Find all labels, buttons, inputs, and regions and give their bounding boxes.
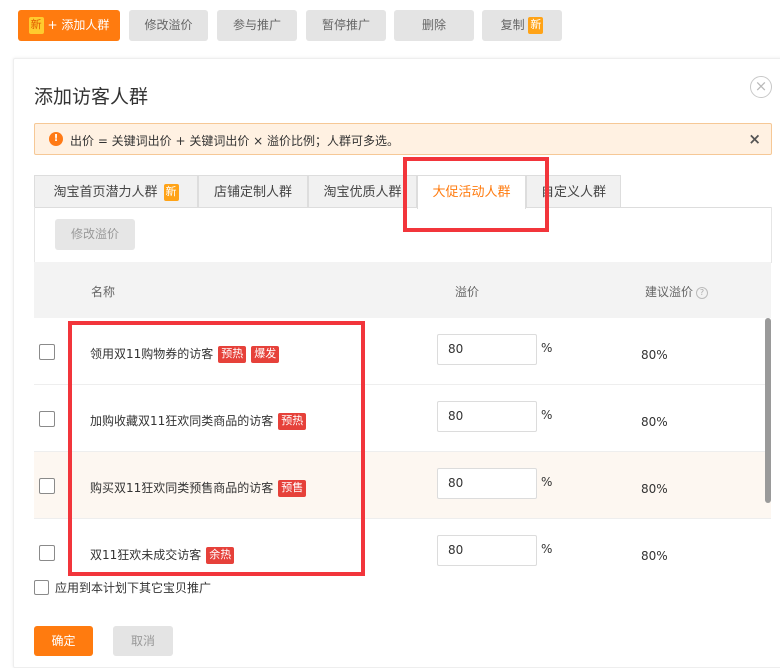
percent-unit: % xyxy=(541,542,553,556)
add-audience-label: + 添加人群 xyxy=(47,18,110,32)
percent-unit: % xyxy=(541,408,553,422)
col-suggested-header: 建议溢价? xyxy=(645,283,709,300)
row-name-text: 购买双11狂欢同类预售商品的访客 xyxy=(90,481,274,495)
premium-input[interactable]: 80 xyxy=(437,535,537,566)
join-promo-button[interactable]: 参与推广 xyxy=(217,10,297,41)
alert-text: 出价 = 关键词出价 + 关键词出价 × 溢价比例；人群可多选。 xyxy=(70,134,400,148)
tab-panel xyxy=(34,207,772,263)
add-audience-button[interactable]: 新 + 添加人群 xyxy=(18,10,120,41)
new-badge: 新 xyxy=(163,184,179,201)
edit-bid-toolbar-button[interactable]: 修改溢价 xyxy=(129,10,208,41)
suggested-premium: 80% xyxy=(641,482,668,496)
col-premium-header: 溢价 xyxy=(455,285,480,299)
copy-button[interactable]: 复制 新 xyxy=(482,10,562,41)
tag-badge: 爆发 xyxy=(251,346,280,363)
tab-label: 淘宝首页潜力人群 xyxy=(53,185,158,200)
table-scrollbar[interactable] xyxy=(765,318,771,503)
row-checkbox[interactable] xyxy=(39,411,55,427)
table-row: 购买双11狂欢同类预售商品的访客 预售 80 % 80% xyxy=(34,452,771,519)
warning-icon: ! xyxy=(49,132,63,146)
new-badge: 新 xyxy=(28,17,44,34)
table-row: 领用双11购物券的访客 预热 爆发 80 % 80% xyxy=(34,318,771,385)
row-name: 双11狂欢未成交访客 余热 xyxy=(90,546,235,564)
row-name: 领用双11购物券的访客 预热 爆发 xyxy=(90,345,280,363)
copy-label: 复制 xyxy=(500,18,525,32)
row-checkbox[interactable] xyxy=(39,344,55,360)
col-name-header: 名称 xyxy=(91,285,116,299)
premium-input[interactable]: 80 xyxy=(437,401,537,432)
suggested-premium: 80% xyxy=(641,415,668,429)
table-row: 双11狂欢未成交访客 余热 80 % 80% xyxy=(34,519,771,569)
tag-badge: 预热 xyxy=(218,346,247,363)
row-name: 购买双11狂欢同类预售商品的访客 预售 xyxy=(90,479,307,497)
alert-close-icon[interactable]: × xyxy=(748,130,761,148)
tag-badge: 余热 xyxy=(206,547,235,564)
tab-promo-event[interactable]: 大促活动人群 xyxy=(417,175,526,209)
pause-promo-button[interactable]: 暂停推广 xyxy=(306,10,386,41)
table-row: 加购收藏双11狂欢同类商品的访客 预热 80 % 80% xyxy=(34,385,771,452)
suggested-premium: 80% xyxy=(641,348,668,362)
row-name-text: 领用双11购物券的访客 xyxy=(90,347,214,361)
tag-badge: 预热 xyxy=(278,413,307,430)
dialog-title: 添加访客人群 xyxy=(34,86,149,108)
new-badge: 新 xyxy=(528,17,544,34)
apply-to-plan-label: 应用到本计划下其它宝贝推广 xyxy=(55,581,212,595)
cancel-button[interactable]: 取消 xyxy=(113,626,173,656)
edit-bid-button[interactable]: 修改溢价 xyxy=(55,219,135,250)
row-checkbox[interactable] xyxy=(39,545,55,561)
help-icon[interactable]: ? xyxy=(696,286,709,299)
percent-unit: % xyxy=(541,341,553,355)
premium-input[interactable]: 80 xyxy=(437,334,537,365)
row-name: 加购收藏双11狂欢同类商品的访客 预热 xyxy=(90,412,307,430)
percent-unit: % xyxy=(541,475,553,489)
tab-store-custom[interactable]: 店铺定制人群 xyxy=(198,175,308,208)
row-checkbox[interactable] xyxy=(39,478,55,494)
col-suggested-label: 建议溢价 xyxy=(645,285,694,299)
confirm-button[interactable]: 确定 xyxy=(34,626,93,656)
info-alert: ! 出价 = 关键词出价 + 关键词出价 × 溢价比例；人群可多选。 × xyxy=(34,123,772,155)
close-icon[interactable]: × xyxy=(750,76,772,98)
suggested-premium: 80% xyxy=(641,549,668,563)
premium-input[interactable]: 80 xyxy=(437,468,537,499)
row-name-text: 双11狂欢未成交访客 xyxy=(90,548,202,562)
apply-to-plan-checkbox[interactable] xyxy=(34,580,49,595)
tag-badge: 预售 xyxy=(278,480,307,497)
tab-quality-audience[interactable]: 淘宝优质人群 xyxy=(308,175,417,208)
row-name-text: 加购收藏双11狂欢同类商品的访客 xyxy=(90,414,274,428)
tab-homepage-potential[interactable]: 淘宝首页潜力人群新 xyxy=(34,175,198,208)
delete-button[interactable]: 删除 xyxy=(394,10,474,41)
tab-custom-audience[interactable]: 自定义人群 xyxy=(526,175,621,208)
